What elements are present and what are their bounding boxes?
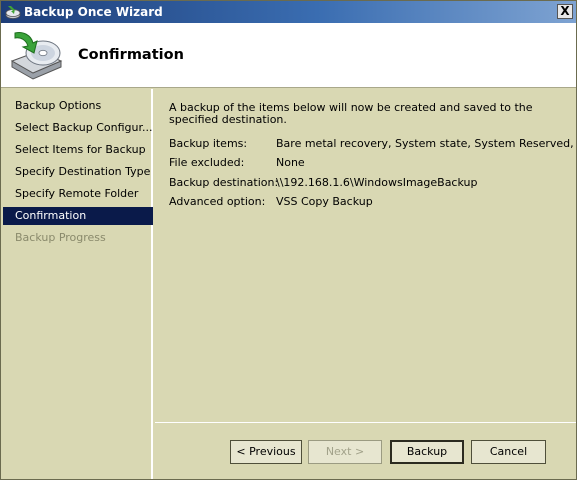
detail-label: Backup items: bbox=[169, 137, 248, 150]
close-icon[interactable]: X bbox=[557, 4, 573, 19]
backup-button[interactable]: Backup bbox=[390, 440, 464, 464]
detail-label: Backup destination: bbox=[169, 176, 279, 189]
step-confirmation[interactable]: Confirmation bbox=[3, 207, 153, 225]
step-backup-options[interactable]: Backup Options bbox=[3, 97, 153, 115]
detail-value: None bbox=[276, 156, 305, 169]
next-button[interactable]: Next > bbox=[308, 440, 382, 464]
step-select-backup-configuration[interactable]: Select Backup Configur... bbox=[3, 119, 153, 137]
step-specify-destination-type[interactable]: Specify Destination Type bbox=[3, 163, 153, 181]
wizard-steps-sidebar: Backup Options Select Backup Configur...… bbox=[1, 89, 153, 479]
backup-once-wizard-window: Backup Once Wizard X Confirmation Backup… bbox=[0, 0, 577, 480]
detail-value: \\192.168.1.6\WindowsImageBackup bbox=[276, 176, 478, 189]
backup-disk-icon bbox=[10, 32, 63, 80]
detail-label: Advanced option: bbox=[169, 195, 266, 208]
title-bar[interactable]: Backup Once Wizard X bbox=[1, 1, 576, 23]
step-backup-progress: Backup Progress bbox=[15, 231, 106, 244]
confirmation-panel: A backup of the items below will now be … bbox=[155, 89, 577, 423]
page-title: Confirmation bbox=[78, 47, 184, 63]
detail-value: Bare metal recovery, System state, Syste… bbox=[276, 137, 577, 150]
step-select-items-for-backup[interactable]: Select Items for Backup bbox=[3, 141, 153, 159]
wizard-header: Confirmation bbox=[1, 23, 576, 88]
cancel-button[interactable]: Cancel bbox=[471, 440, 546, 464]
step-specify-remote-folder[interactable]: Specify Remote Folder bbox=[3, 185, 153, 203]
detail-value: VSS Copy Backup bbox=[276, 195, 373, 208]
confirmation-intro-text: A backup of the items below will now be … bbox=[169, 101, 533, 126]
detail-label: File excluded: bbox=[169, 156, 245, 169]
backup-app-icon bbox=[5, 6, 21, 19]
previous-button[interactable]: < Previous bbox=[230, 440, 302, 464]
window-title: Backup Once Wizard bbox=[24, 5, 163, 19]
